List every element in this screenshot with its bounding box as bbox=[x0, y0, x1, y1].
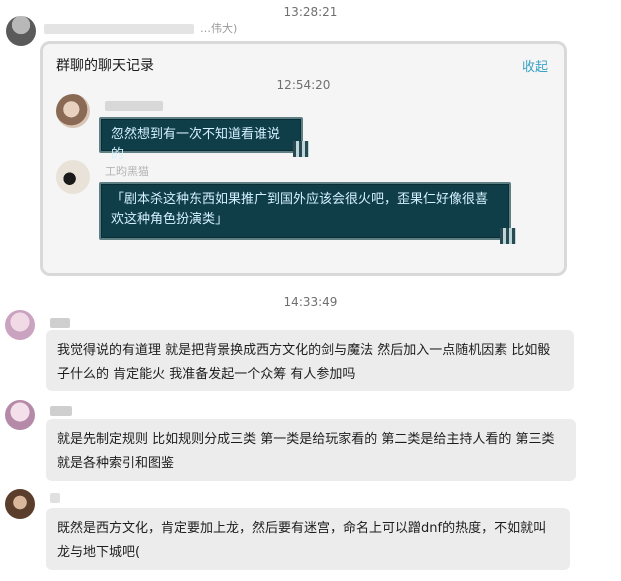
pixel-sprite-icon bbox=[500, 228, 516, 244]
sender-name-fragment: 工昀黑猫 bbox=[105, 165, 149, 178]
avatar[interactable] bbox=[5, 489, 35, 519]
message-bubble[interactable]: 既然是西方文化，肯定要加上龙，然后要有迷宫，命名上可以蹭dnf的热度，不如就叫龙… bbox=[46, 508, 570, 570]
avatar[interactable] bbox=[5, 310, 35, 340]
avatar[interactable] bbox=[56, 160, 90, 194]
avatar[interactable] bbox=[56, 94, 90, 128]
pixel-sprite-icon bbox=[293, 141, 309, 157]
message-bubble[interactable]: 就是先制定规则 比如规则分成三类 第一类是给玩家看的 第二类是给主持人看的 第三… bbox=[46, 419, 576, 481]
blurred-sender-name bbox=[50, 493, 60, 503]
message-text: 我觉得说的有道理 就是把背景换成西方文化的剑与魔法 然后加入一点随机因素 比如骰… bbox=[57, 343, 551, 382]
collapse-link[interactable]: 收起 bbox=[522, 56, 548, 75]
message-text: 「剧本杀这种东西如果推广到国外应该会很火吧，歪果仁好像很喜欢这种角色扮演类」 bbox=[111, 192, 489, 227]
avatar[interactable] bbox=[6, 16, 36, 46]
message-bubble[interactable]: 我觉得说的有道理 就是把背景换成西方文化的剑与魔法 然后加入一点随机因素 比如骰… bbox=[46, 330, 574, 391]
timestamp-top: 13:28:21 bbox=[283, 5, 338, 19]
avatar[interactable] bbox=[5, 400, 35, 430]
sender-name-fragment: …伟大) bbox=[200, 22, 238, 35]
message-bubble[interactable]: 忽然想到有一次不知道看谁说的 bbox=[99, 117, 303, 162]
message-bubble[interactable]: 「剧本杀这种东西如果推广到国外应该会很火吧，歪果仁好像很喜欢这种角色扮演类」 bbox=[99, 182, 511, 240]
chat-record-title: 群聊的聊天记录 bbox=[56, 58, 154, 74]
timestamp: 14:33:49 bbox=[283, 295, 338, 309]
blurred-sender-name bbox=[105, 101, 163, 111]
message-text: 就是先制定规则 比如规则分成三类 第一类是给玩家看的 第二类是给主持人看的 第三… bbox=[57, 432, 555, 471]
blurred-sender-name bbox=[50, 406, 72, 416]
blurred-sender-name bbox=[44, 24, 194, 34]
message-text: 既然是西方文化，肯定要加上龙，然后要有迷宫，命名上可以蹭dnf的热度，不如就叫龙… bbox=[57, 521, 547, 560]
chat-record-card: 群聊的聊天记录 收起 12:54:20 忽然想到有一次不知道看谁说的 工昀黑猫 … bbox=[40, 41, 567, 276]
blurred-sender-name bbox=[50, 318, 70, 328]
message-text: 忽然想到有一次不知道看谁说的 bbox=[111, 127, 281, 162]
chat-record-timestamp: 12:54:20 bbox=[276, 78, 331, 92]
